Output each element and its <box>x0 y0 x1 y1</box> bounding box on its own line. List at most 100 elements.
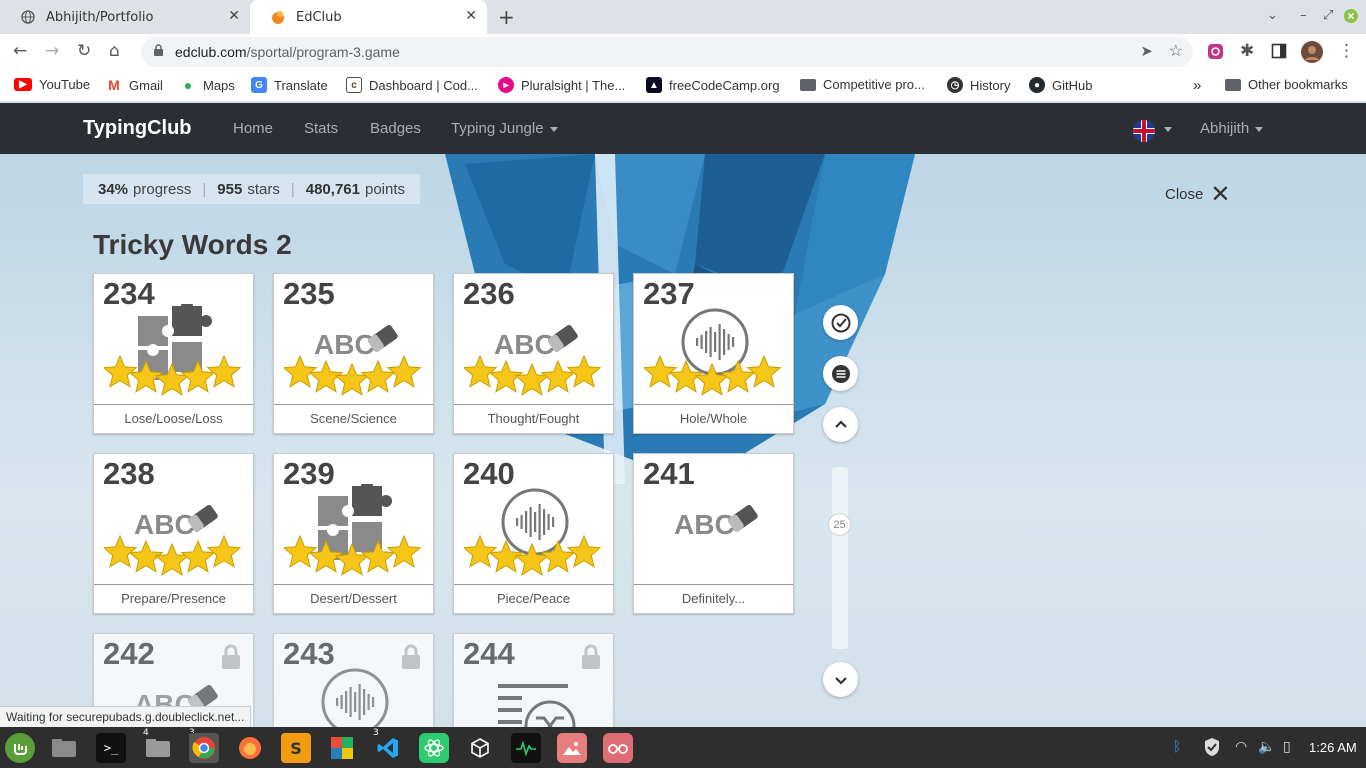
lock-icon <box>402 644 420 669</box>
lesson-label: Definitely... <box>634 584 793 613</box>
bookmark-maps[interactable]: ● Maps <box>180 77 235 93</box>
lesson-card[interactable]: 234 Lose/Loose/Loss <box>93 273 254 434</box>
volume-icon[interactable]: 🔈 <box>1258 739 1275 755</box>
stars-rating <box>104 535 242 576</box>
lesson-card[interactable]: 240 Piece/Peace <box>453 453 614 614</box>
chrome-icon[interactable] <box>189 733 219 763</box>
mint-menu-icon[interactable] <box>5 733 35 763</box>
lesson-card[interactable]: 244 <box>453 633 614 727</box>
back-icon[interactable]: ← <box>13 41 27 61</box>
bookmark-competitive-folder[interactable]: Competitive pro... <box>800 77 925 92</box>
bookmark-history[interactable]: ◷ History <box>947 77 1010 93</box>
bookmark-translate[interactable]: G Translate <box>251 77 328 93</box>
atom-icon[interactable] <box>419 733 449 763</box>
star-icon <box>284 535 318 568</box>
pluralsight-icon: ▸ <box>498 77 514 93</box>
lesson-card[interactable]: 238 ABC Prepare/Presence <box>93 453 254 614</box>
wifi-icon[interactable]: ◠ <box>1235 739 1247 755</box>
reader-glasses-icon[interactable] <box>603 733 633 763</box>
section-title: Tricky Words 2 <box>93 229 292 260</box>
side-panel-icon[interactable] <box>1271 43 1287 64</box>
brand-logo[interactable]: TypingClub <box>83 117 192 140</box>
language-caret-icon[interactable] <box>1158 120 1172 137</box>
other-bookmarks[interactable]: Other bookmarks <box>1225 77 1348 92</box>
bookmark-gmail[interactable]: M Gmail <box>106 77 163 93</box>
send-icon[interactable]: ➤ <box>1140 42 1153 60</box>
files-icon[interactable] <box>143 733 173 763</box>
menu-button[interactable] <box>823 356 858 391</box>
sublime-text-icon[interactable]: S <box>281 733 311 763</box>
shuffle-lesson-icon <box>498 684 576 727</box>
image-viewer-icon[interactable] <box>557 733 587 763</box>
terminal-icon[interactable]: >_ <box>96 733 126 763</box>
nav-badges[interactable]: Badges <box>370 120 421 137</box>
bookmark-pluralsight[interactable]: ▸ Pluralsight | The... <box>498 77 625 93</box>
svg-text:ABC: ABC <box>674 509 735 540</box>
page-position-badge[interactable]: 25 <box>828 513 851 536</box>
system-monitor-icon[interactable] <box>511 733 541 763</box>
more-bookmarks-icon[interactable]: » <box>1193 77 1201 94</box>
maps-icon: ● <box>183 77 193 93</box>
bookmarks-bar: ▶ YouTube M Gmail ● Maps G Translate c D… <box>0 70 1366 102</box>
star-icon <box>104 535 138 568</box>
tab-edclub[interactable]: EdClub ✕ <box>250 0 487 34</box>
extensions-puzzle-icon[interactable]: ✱ <box>1240 41 1254 61</box>
nav-home[interactable]: Home <box>233 120 273 137</box>
browser-status-bar: Waiting for securepubads.g.doubleclick.n… <box>0 706 252 727</box>
minimize-icon[interactable]: – <box>1300 8 1307 23</box>
shield-check-icon[interactable] <box>1203 737 1221 761</box>
bookmark-label: Maps <box>203 77 235 93</box>
points-value: 480,761 <box>305 180 360 198</box>
vscode-icon[interactable] <box>373 733 403 763</box>
new-tab-icon[interactable]: + <box>498 5 515 29</box>
bookmark-youtube[interactable]: ▶ YouTube <box>14 77 90 92</box>
bookmark-codechef[interactable]: c Dashboard | Cod... <box>346 77 478 93</box>
firefox-icon[interactable] <box>235 733 265 763</box>
bookmark-label: freeCodeCamp.org <box>669 77 780 93</box>
extension-instagram-icon[interactable] <box>1207 43 1224 65</box>
bluetooth-icon[interactable]: ᛒ <box>1173 739 1181 755</box>
box-3d-icon[interactable] <box>465 733 495 763</box>
nav-typing-jungle[interactable]: Typing Jungle <box>451 120 558 137</box>
lesson-card[interactable]: 239 Desert/Dessert <box>273 453 434 614</box>
lesson-card[interactable]: 237 Hole/Whole <box>633 273 794 434</box>
scroll-track[interactable] <box>832 467 848 649</box>
reload-icon[interactable]: ↻ <box>77 41 91 61</box>
close-button[interactable]: Close ✕ <box>1165 182 1230 206</box>
nav-stats[interactable]: Stats <box>304 120 338 137</box>
file-manager-icon[interactable] <box>49 733 79 763</box>
bookmark-freecodecamp[interactable]: ▲ freeCodeCamp.org <box>646 77 780 93</box>
check-progress-button[interactable] <box>823 305 858 340</box>
window-close-icon[interactable] <box>1344 9 1358 27</box>
star-icon <box>720 359 756 393</box>
close-tab-icon[interactable]: ✕ <box>465 8 477 24</box>
uk-flag-icon[interactable] <box>1133 120 1155 142</box>
tab-portfolio[interactable]: Abhijith/Portfolio ✕ <box>0 0 250 34</box>
battery-icon[interactable]: ▯ <box>1283 739 1291 755</box>
bookmark-github[interactable]: ● GitHub <box>1029 77 1092 93</box>
bookmark-label: Translate <box>274 77 328 93</box>
forward-icon[interactable]: → <box>45 41 59 61</box>
profile-avatar[interactable] <box>1301 41 1323 68</box>
address-bar[interactable]: edclub.com/sportal/program-3.game ➤ ☆ <box>141 37 1193 67</box>
tab-search-icon[interactable]: ⌄ <box>1267 8 1278 23</box>
lesson-card[interactable]: 243 <box>273 633 434 727</box>
progress-label: progress <box>133 180 192 198</box>
star-icon <box>746 355 782 388</box>
lesson-card[interactable]: 235 ABC Scene/Science <box>273 273 434 434</box>
close-tab-icon[interactable]: ✕ <box>228 8 240 24</box>
bookmark-star-icon[interactable]: ☆ <box>1169 41 1183 61</box>
maximize-icon[interactable]: ⤢ <box>1323 8 1333 23</box>
menu-kebab-icon[interactable]: ⋮ <box>1338 41 1355 61</box>
lesson-card[interactable]: 236 ABC Thought/Fought <box>453 273 614 434</box>
lesson-card[interactable]: 241 ABC Definitely... <box>633 453 794 614</box>
home-icon[interactable]: ⌂ <box>109 41 120 61</box>
scroll-up-button[interactable] <box>823 407 858 442</box>
chevron-up-icon <box>834 419 847 428</box>
scroll-down-button[interactable] <box>823 662 858 697</box>
office-icon[interactable] <box>327 733 357 763</box>
star-icon <box>386 535 422 568</box>
star-icon <box>694 362 730 396</box>
url-path: /sportal/program-3.game <box>246 44 400 60</box>
user-menu[interactable]: Abhijith <box>1200 120 1264 137</box>
